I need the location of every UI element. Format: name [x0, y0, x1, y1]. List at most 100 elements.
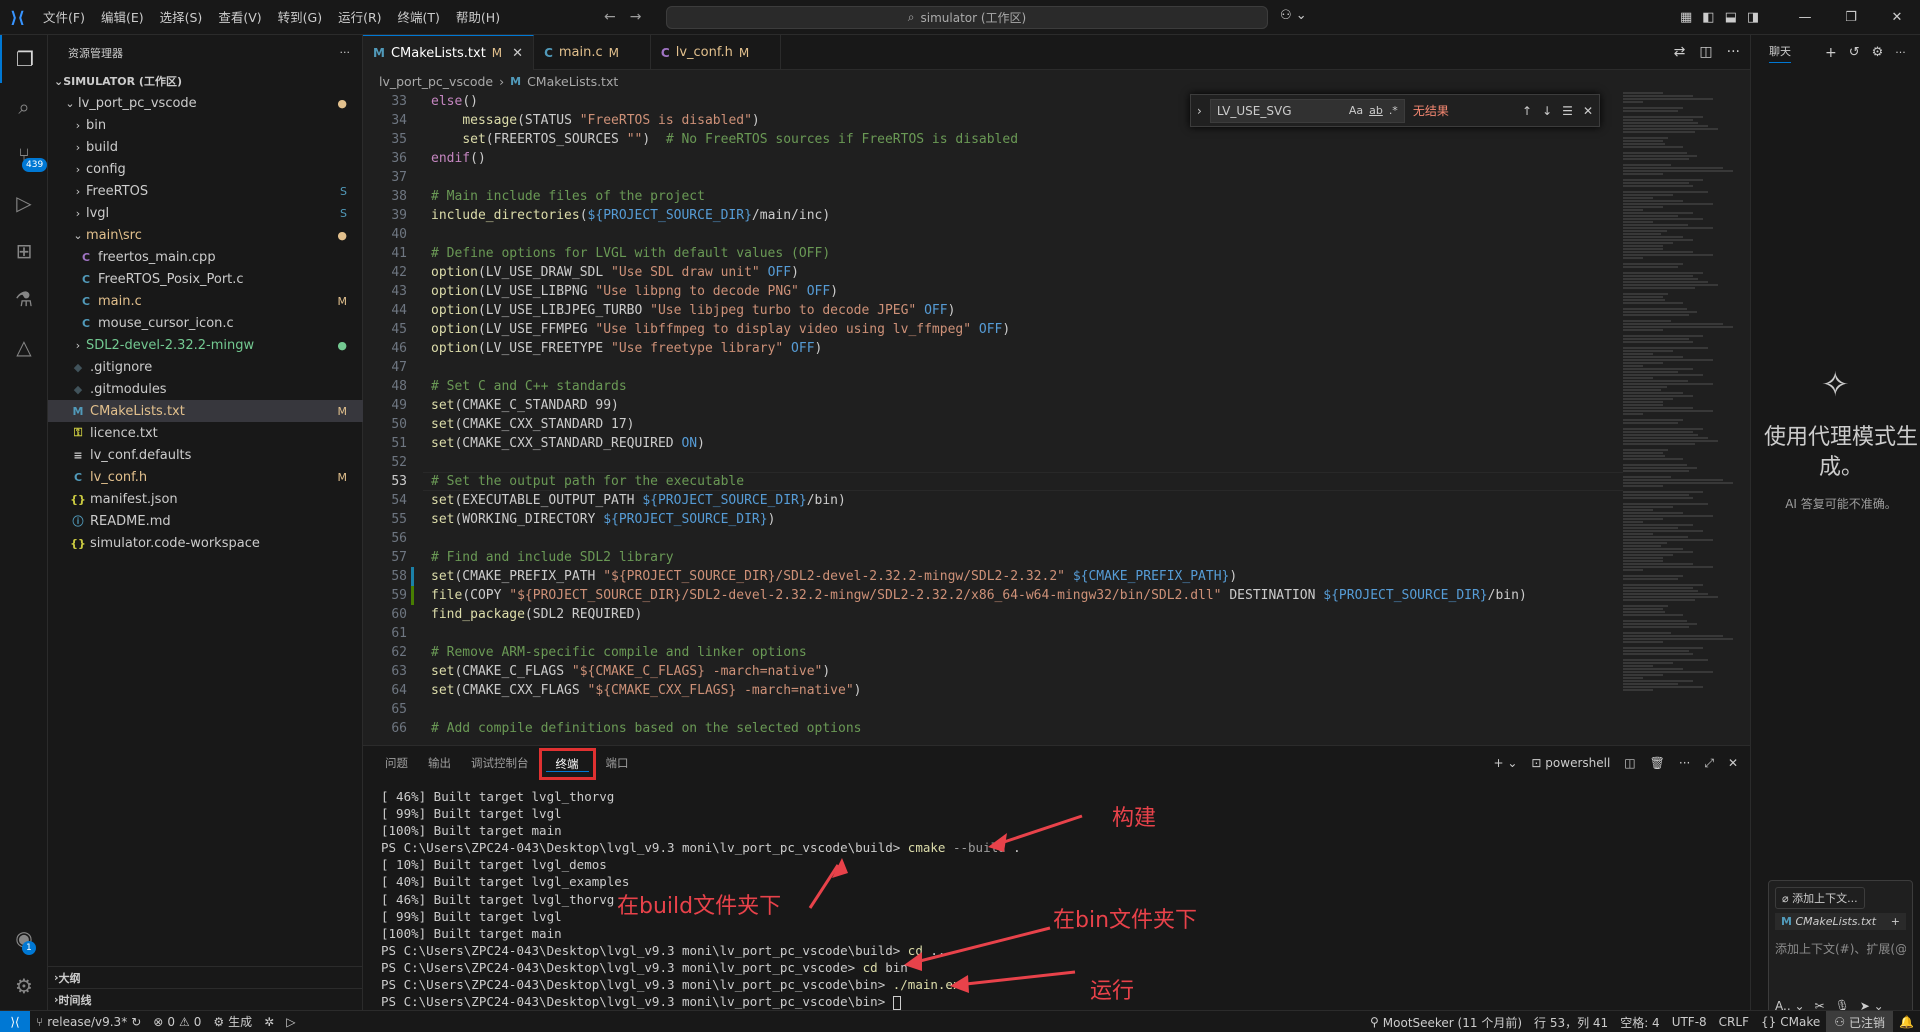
command-center-search[interactable]: ⌕ simulator (工作区) — [666, 6, 1268, 29]
tree-item[interactable]: › lvgl S — [48, 202, 363, 224]
more-actions-icon[interactable]: ··· — [1895, 46, 1906, 59]
more-actions-icon[interactable]: ··· — [1727, 35, 1740, 70]
toggle-panel-icon[interactable]: ⬓ — [1725, 0, 1737, 35]
code-line[interactable]: 54 set (EXECUTABLE_OUTPUT_PATH ${PROJECT_S… — [363, 491, 1623, 510]
context-file-chip[interactable]: M CMakeLists.txt + — [1775, 913, 1906, 930]
code-line[interactable]: 41 # Define options for LVGL with default… — [363, 244, 1623, 263]
tree-item[interactable]: Cmain.c M — [48, 290, 363, 312]
run-debug-icon[interactable]: ▷ — [0, 179, 48, 227]
debug-button[interactable]: ✲ — [258, 1015, 280, 1029]
code-line[interactable]: 37 — [363, 168, 1623, 187]
code-line[interactable]: 53 # Set the output path for the executab… — [363, 472, 1623, 491]
new-chat-icon[interactable]: + — [1825, 45, 1837, 61]
tree-item[interactable]: C FreeRTOS_Posix_Port.c — [48, 268, 363, 290]
tree-item[interactable]: ⌄ lv_port_pc_vscode ● — [48, 92, 363, 114]
indentation[interactable]: 空格: 4 — [1614, 1014, 1666, 1031]
minimize-icon[interactable]: — — [1782, 0, 1828, 35]
menu-terminal[interactable]: 终端(T) — [390, 0, 448, 35]
code-line[interactable]: 60 find_package (SDL2 REQUIRED) — [363, 605, 1623, 624]
new-terminal-icon[interactable]: + ⌄ — [1493, 746, 1517, 781]
account-icon[interactable]: ◉ 1 — [0, 914, 48, 962]
tree-item[interactable]: M CMakeLists.txt M — [48, 400, 363, 422]
code-line[interactable]: 58 set (CMAKE_PREFIX_PATH "${PROJECT_SOURC… — [363, 567, 1623, 586]
tree-item[interactable]: ⓘ README.md — [48, 510, 363, 532]
tree-item[interactable]: › FreeRTOS S — [48, 180, 363, 202]
tree-item[interactable]: {} simulator.code-workspace — [48, 532, 363, 554]
tab-problems[interactable]: 问题 — [375, 746, 418, 781]
settings-gear-icon[interactable]: ⚙ — [0, 962, 48, 1010]
source-control-icon[interactable]: ⑂ 439 — [0, 131, 48, 179]
code-line[interactable]: 47 — [363, 358, 1623, 377]
code-line[interactable]: 36 endif() — [363, 149, 1623, 168]
code-line[interactable]: 66 # Add compile definitions based on the… — [363, 719, 1623, 738]
tab-ports[interactable]: 端口 — [596, 746, 639, 781]
problems-status[interactable]: ⊗ 0 ⚠ 0 — [147, 1015, 207, 1029]
code-line[interactable]: 65 — [363, 700, 1623, 719]
code-line[interactable]: 39 include_directories(${PROJECT_SOURCE_D… — [363, 206, 1623, 225]
code-line[interactable]: 49 set (CMAKE_C_STANDARD 99) — [363, 396, 1623, 415]
close-icon[interactable]: ✕ — [1728, 746, 1738, 781]
testing-icon[interactable]: ⚗ — [0, 275, 48, 323]
branch-status[interactable]: ⑂ release/v9.3* ↻ — [30, 1015, 147, 1029]
chat-input-box[interactable]: ⌀ 添加上下文... M CMakeLists.txt + 添加上下文(#)、扩展… — [1768, 880, 1913, 1022]
add-context-button[interactable]: ⌀ 添加上下文... — [1775, 887, 1865, 909]
match-case-icon[interactable]: Aa — [1349, 104, 1363, 117]
breadcrumb-file[interactable]: CMakeLists.txt — [527, 74, 618, 89]
more-actions-icon[interactable]: ··· — [1679, 746, 1690, 781]
tree-item[interactable]: ≡ lv_conf.defaults — [48, 444, 363, 466]
restore-icon[interactable]: ❐ — [1828, 0, 1874, 35]
cmake-icon[interactable]: △ — [0, 323, 48, 371]
code-editor[interactable]: 33 else() 34 message (STATUS "FreeRTOS is d… — [363, 92, 1623, 745]
more-actions-icon[interactable]: ··· — [340, 46, 351, 59]
tree-item[interactable]: ⌄ main\src ● — [48, 224, 363, 246]
terminal-output[interactable]: [ 46%] Built target lvgl_thorvg[ 99%] Bu… — [381, 788, 1711, 1010]
menu-selection[interactable]: 选择(S) — [152, 0, 211, 35]
tree-item[interactable]: › build — [48, 136, 363, 158]
breadcrumb-folder[interactable]: lv_port_pc_vscode — [379, 74, 493, 89]
timeline-section[interactable]: › 时间线 — [48, 988, 363, 1010]
extensions-icon[interactable]: ⊞ — [0, 227, 48, 275]
end-of-line[interactable]: CRLF — [1713, 1015, 1755, 1029]
toggle-secondary-sidebar-icon[interactable]: ◨ — [1747, 0, 1759, 35]
blame-status[interactable]: ⚲ MootSeeker (11 个月前) — [1364, 1014, 1528, 1031]
menu-go[interactable]: 转到(G) — [270, 0, 330, 35]
menu-help[interactable]: 帮助(H) — [448, 0, 508, 35]
remote-icon[interactable]: ⟩⟨ — [0, 1010, 30, 1032]
tab-output[interactable]: 输出 — [418, 746, 461, 781]
find-in-selection-icon[interactable]: ☰ — [1562, 104, 1573, 118]
code-line[interactable]: 61 — [363, 624, 1623, 643]
tab-lv-conf-h[interactable]: C lv_conf.h M ✕ — [651, 35, 782, 70]
tree-item[interactable]: {} manifest.json — [48, 488, 363, 510]
tab-cmakelists[interactable]: M CMakeLists.txt M ✕ — [363, 35, 535, 70]
tree-item[interactable]: › config — [48, 158, 363, 180]
split-editor-icon[interactable]: ◫ — [1699, 35, 1712, 70]
code-line[interactable]: 40 — [363, 225, 1623, 244]
find-input[interactable]: LV_USE_SVG Aa ab .* — [1209, 98, 1405, 123]
build-button[interactable]: ⚙ 生成 — [207, 1013, 258, 1030]
menu-edit[interactable]: 编辑(E) — [93, 0, 152, 35]
code-line[interactable]: 35 set (FREERTOS_SOURCES "") # No FreeRTO… — [363, 130, 1623, 149]
signed-out-status[interactable]: ⚇ 已注销 — [1826, 1011, 1894, 1032]
code-line[interactable]: 38 # Main include files of the project — [363, 187, 1623, 206]
code-line[interactable]: 55 set (WORKING_DIRECTORY ${PROJECT_SOURCE… — [363, 510, 1623, 529]
code-line[interactable]: 52 — [363, 453, 1623, 472]
code-line[interactable]: 56 — [363, 529, 1623, 548]
outline-section[interactable]: › 大纲 — [48, 966, 363, 988]
code-line[interactable]: 50 set (CMAKE_CXX_STANDARD 17) — [363, 415, 1623, 434]
regex-icon[interactable]: .* — [1389, 104, 1398, 117]
encoding[interactable]: UTF-8 — [1666, 1015, 1713, 1029]
tree-item[interactable]: ◆ .gitignore — [48, 356, 363, 378]
tree-item[interactable]: ⚿ licence.txt — [48, 422, 363, 444]
code-line[interactable]: 43 option (LV_USE_LIBPNG "Use libpng to de… — [363, 282, 1623, 301]
copilot-menu-icon[interactable]: ⚇ ⌄ — [1280, 8, 1307, 23]
next-match-icon[interactable]: ↓ — [1542, 104, 1552, 118]
explorer-icon[interactable]: ❐ — [0, 35, 48, 83]
menu-file[interactable]: 文件(F) — [35, 0, 93, 35]
minimap[interactable] — [1623, 92, 1750, 745]
language-mode[interactable]: {} CMake — [1755, 1015, 1826, 1029]
search-view-icon[interactable]: ⌕ — [0, 83, 48, 131]
previous-match-icon[interactable]: ↑ — [1522, 104, 1532, 118]
code-line[interactable]: 51 set (CMAKE_CXX_STANDARD_REQUIRED ON) — [363, 434, 1623, 453]
tree-item[interactable]: › bin — [48, 114, 363, 136]
cursor-position[interactable]: 行 53，列 41 — [1528, 1014, 1614, 1031]
